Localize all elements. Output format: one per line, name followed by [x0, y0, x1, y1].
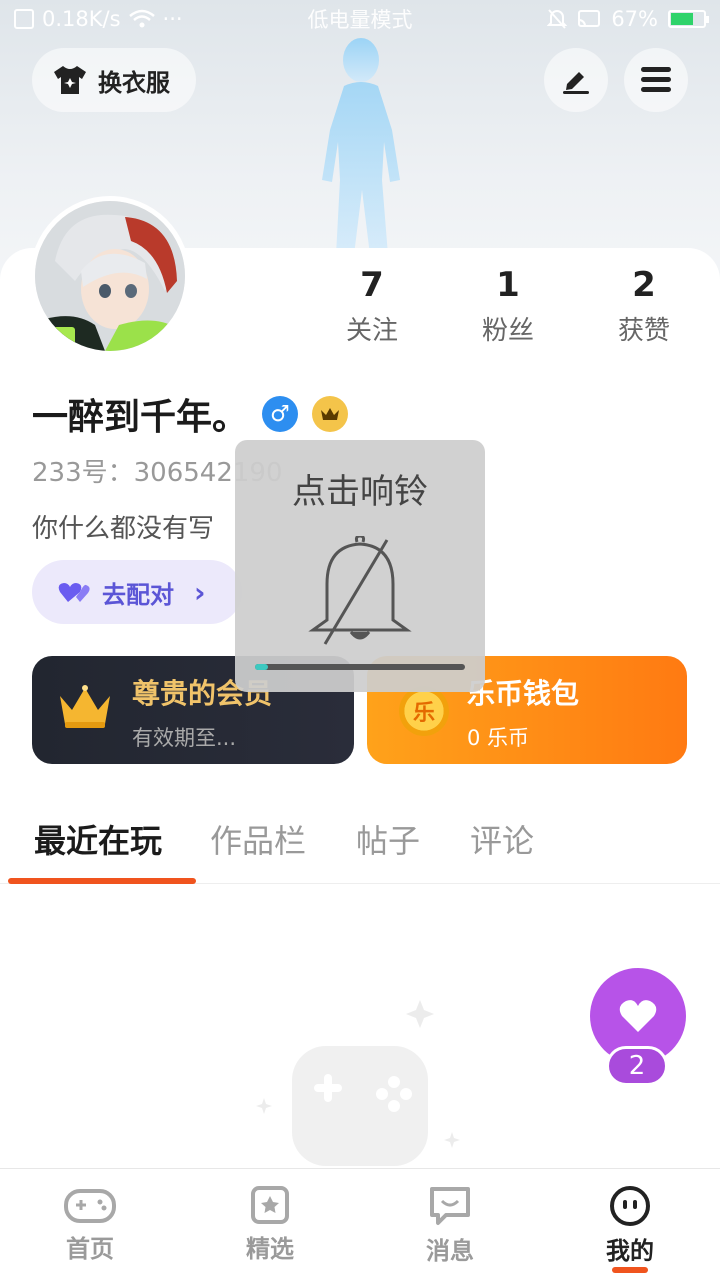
- hologram-avatar-figure: [322, 38, 400, 255]
- nav-home[interactable]: 首页: [0, 1169, 180, 1280]
- following-label: 关注: [345, 316, 398, 346]
- network-speed: 0.18K/s: [42, 7, 121, 31]
- nickname: 一醉到千年。: [32, 397, 249, 438]
- fans-count: 1: [496, 265, 520, 305]
- gender-male-icon: ♂: [262, 396, 299, 432]
- crown-icon: [321, 408, 340, 420]
- likes-count: 2: [632, 265, 656, 305]
- sim-icon: [14, 9, 34, 29]
- likes-stat[interactable]: 2 获赞: [576, 262, 712, 347]
- empty-gamepad-illustration: [256, 1000, 460, 1166]
- bio-text: 你什么都没有写: [32, 514, 215, 544]
- nav-me[interactable]: 我的: [540, 1169, 720, 1280]
- match-pair-button[interactable]: 去配对 ›: [32, 560, 242, 624]
- tab-comments[interactable]: 评论: [470, 812, 534, 883]
- gamepad-icon: [64, 1189, 116, 1223]
- match-pair-label: 去配对: [102, 580, 174, 609]
- chat-smile-icon: [430, 1187, 470, 1225]
- following-stat[interactable]: 7 关注: [304, 262, 440, 347]
- profile-stats: 7 关注 1 粉丝 2 获赞: [304, 262, 714, 347]
- nav-featured-label: 精选: [246, 1235, 294, 1263]
- nav-me-label: 我的: [606, 1237, 654, 1265]
- likes-label: 获赞: [617, 316, 670, 346]
- fans-label: 粉丝: [481, 316, 534, 346]
- heart-count-badge: 2: [606, 1046, 668, 1086]
- gender-symbol: ♂: [270, 401, 290, 427]
- avatar[interactable]: [30, 196, 190, 356]
- edit-profile-button[interactable]: [544, 48, 608, 112]
- star-card-icon: [251, 1186, 289, 1224]
- battery-percent: 67%: [611, 7, 658, 31]
- following-count: 7: [360, 265, 384, 305]
- change-outfit-button[interactable]: 换衣服: [32, 48, 196, 112]
- bottom-navigation: 首页 精选 消息 我的: [0, 1168, 720, 1280]
- coin-icon: 乐: [399, 686, 449, 736]
- change-outfit-label: 换衣服: [98, 68, 170, 97]
- pen-icon: [563, 72, 589, 94]
- anime-avatar-image: [35, 201, 185, 351]
- status-bar: 0.18K/s ··· 低电量模式 67%: [0, 0, 720, 38]
- wallet-balance: 0 乐币: [467, 726, 530, 750]
- nickname-row: 一醉到千年。 ♂: [32, 388, 349, 440]
- cast-icon: [578, 10, 601, 27]
- ringer-volume-bar[interactable]: [255, 664, 465, 670]
- ringer-toast-overlay[interactable]: 点击响铃: [235, 440, 485, 692]
- face-icon: [610, 1186, 650, 1226]
- more-dots: ···: [162, 7, 183, 31]
- wifi-icon: [128, 9, 155, 28]
- tab-recently-played[interactable]: 最近在玩: [34, 812, 162, 883]
- nav-featured[interactable]: 精选: [180, 1169, 360, 1280]
- mute-bell-icon: [547, 9, 568, 29]
- active-tab-indicator: [8, 878, 196, 884]
- tab-posts[interactable]: 帖子: [356, 812, 420, 883]
- tab-works[interactable]: 作品栏: [210, 812, 306, 883]
- fans-stat[interactable]: 1 粉丝: [440, 262, 576, 347]
- heart-icon: [619, 1000, 657, 1032]
- active-nav-indicator: [612, 1267, 648, 1273]
- vip-subtitle: 有效期至...: [132, 726, 237, 750]
- nav-messages-label: 消息: [426, 1237, 474, 1265]
- bell-muted-icon: [308, 536, 412, 645]
- wallet-title: 乐币钱包: [467, 677, 580, 710]
- ringer-toast-text: 点击响铃: [292, 472, 428, 512]
- crown-badge-icon[interactable]: [312, 396, 349, 432]
- menu-button[interactable]: [624, 48, 688, 112]
- ringer-volume-fill: [255, 664, 268, 670]
- gold-crown-icon: [60, 685, 110, 728]
- double-heart-icon: [58, 583, 90, 602]
- chevron-right-icon: ›: [194, 575, 206, 609]
- nav-home-label: 首页: [66, 1235, 114, 1263]
- nav-messages[interactable]: 消息: [360, 1169, 540, 1280]
- battery-icon: [668, 10, 709, 28]
- tshirt-icon: [54, 66, 86, 94]
- content-tabs: 最近在玩 作品栏 帖子 评论: [0, 812, 720, 884]
- hamburger-icon: [641, 67, 671, 92]
